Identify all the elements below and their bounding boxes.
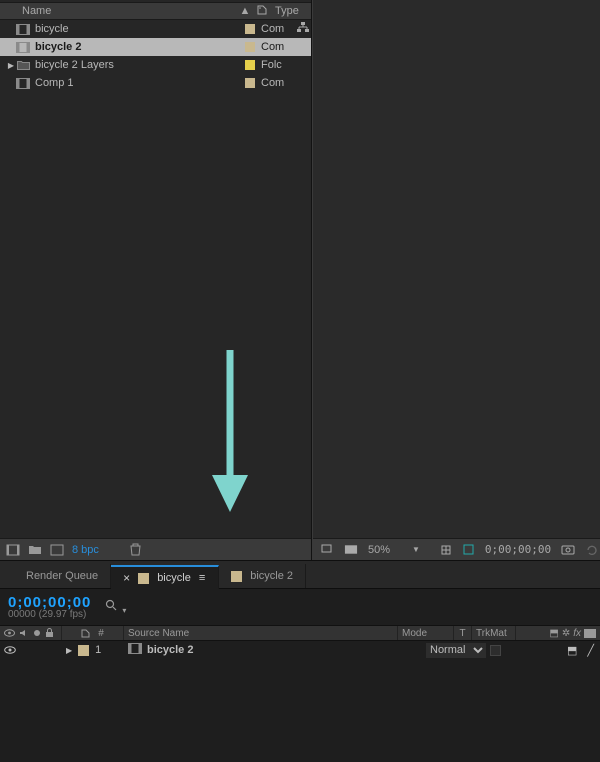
frame-rate-display: 00000 (29.97 fps)	[8, 609, 91, 620]
project-item-label: bicycle	[35, 23, 245, 35]
star-icon: ✲	[562, 628, 570, 639]
tag-icon	[81, 629, 90, 638]
comp-icon	[16, 41, 30, 53]
solo-icon	[33, 629, 41, 637]
trkmat-swatch[interactable]	[490, 645, 501, 656]
project-item-label: bicycle 2 Layers	[35, 59, 245, 71]
timeline-column-header: # Source Name Mode T TrkMat ⬒ ✲ fx	[0, 625, 600, 641]
new-folder-icon[interactable]	[28, 543, 42, 557]
timeline-tab[interactable]: bicycle 2	[219, 564, 306, 588]
column-trkmat-header[interactable]: TrkMat	[472, 626, 516, 640]
resolution-icon[interactable]	[344, 543, 358, 557]
layer-twirl-icon[interactable]: ▶	[66, 646, 72, 655]
mask-toggle-icon[interactable]	[462, 543, 475, 557]
tab-label: bicycle 2	[250, 570, 293, 582]
refresh-icon[interactable]	[585, 543, 599, 557]
project-item[interactable]: bicycle 2 Com	[0, 38, 311, 56]
eye-icon	[4, 629, 15, 637]
folder-icon	[16, 59, 30, 71]
zoom-dropdown-icon[interactable]: ▼	[412, 545, 420, 554]
eye-icon[interactable]	[4, 646, 16, 654]
project-item-label: Comp 1	[35, 77, 245, 89]
column-mode-header[interactable]: Mode	[398, 626, 454, 640]
motion-blur-icon[interactable]: ╱	[587, 644, 594, 657]
grid-icon[interactable]	[440, 543, 452, 557]
project-footer: 8 bpc	[0, 538, 311, 560]
timeline-layers: ▶ 1 bicycle 2 Normal ⬒ ╱	[0, 641, 600, 659]
project-item[interactable]: bicycle Com	[0, 20, 311, 38]
project-item-type: Com	[261, 41, 295, 53]
column-name-header[interactable]: Name	[0, 5, 237, 17]
new-comp-icon[interactable]	[50, 543, 64, 557]
magnify-icon[interactable]	[321, 543, 334, 557]
tab-swatch	[231, 571, 242, 582]
project-item[interactable]: ▶ bicycle 2 Layers Folc	[0, 56, 311, 74]
comp-icon	[16, 77, 30, 89]
column-label-header[interactable]	[253, 5, 271, 18]
av-toggle-header	[0, 626, 62, 640]
timeline-header: 0;00;00;00 00000 (29.97 fps) ▾	[0, 589, 600, 625]
speaker-icon	[19, 628, 29, 638]
trash-icon[interactable]	[129, 543, 143, 557]
comp-icon	[128, 643, 142, 657]
column-source-header[interactable]: Source Name	[124, 626, 398, 640]
project-item-label: bicycle 2	[35, 41, 245, 53]
timeline-tab[interactable]: Render Queue	[14, 564, 111, 588]
tab-menu-icon[interactable]: ≡	[199, 572, 206, 584]
column-num-header: #	[98, 628, 104, 639]
lock-icon	[45, 628, 54, 638]
project-item-list: bicycle Com bicycle 2 Com ▶ bicycle 2 Layers F…	[0, 20, 311, 92]
viewer-timecode[interactable]: 0;00;00;00	[485, 543, 551, 556]
label-swatch[interactable]	[245, 60, 255, 70]
project-item[interactable]: Comp 1 Com	[0, 74, 311, 92]
switches-header: ⬒ ✲ fx	[516, 626, 600, 640]
label-swatch[interactable]	[245, 24, 255, 34]
layer-name: bicycle 2	[147, 644, 193, 656]
collapse-transform-icon[interactable]: ⬒	[567, 644, 577, 657]
timeline-tab[interactable]: × bicycle ≡	[111, 565, 219, 589]
viewer-footer: 50% ▼ 0;00;00;00	[313, 538, 600, 560]
bit-depth-label[interactable]: 8 bpc	[72, 544, 99, 556]
blend-mode-select[interactable]: Normal	[426, 643, 486, 658]
viewer-panel: 50% ▼ 0;00;00;00	[312, 0, 600, 560]
sort-asc-icon[interactable]: ▲	[237, 5, 253, 17]
column-type-header[interactable]: Type	[271, 5, 311, 17]
label-num-header: #	[62, 626, 124, 640]
comp-icon	[16, 23, 30, 35]
interpret-footage-icon[interactable]	[6, 543, 20, 557]
shy-icon: ⬒	[549, 628, 558, 639]
layer-swatch[interactable]	[78, 645, 89, 656]
tab-label: Render Queue	[26, 570, 98, 582]
project-panel: Name ▲ Type bicycleCombicycle 2Com▶bicyc…	[0, 0, 312, 560]
film-icon	[584, 629, 596, 638]
fx-icon: fx	[573, 628, 581, 639]
expand-toggle[interactable]: ▶	[6, 61, 16, 70]
project-item-type: Com	[261, 77, 295, 89]
flowchart-icon[interactable]	[295, 22, 311, 36]
project-item-type: Folc	[261, 59, 295, 71]
project-item-type: Com	[261, 23, 295, 35]
label-swatch[interactable]	[245, 42, 255, 52]
timeline-search-icon[interactable]: ▾	[105, 599, 126, 616]
timeline-layer-row[interactable]: ▶ 1 bicycle 2 Normal ⬒ ╱	[0, 641, 600, 659]
layer-index: 1	[95, 644, 101, 656]
timeline-tab-bar: Render Queue × bicycle ≡ bicycle 2	[0, 561, 600, 589]
zoom-value[interactable]: 50%	[368, 544, 402, 556]
tab-label: bicycle	[157, 572, 191, 584]
column-t-header: T	[454, 626, 472, 640]
label-swatch[interactable]	[245, 78, 255, 88]
tab-swatch	[138, 573, 149, 584]
close-icon[interactable]: ×	[123, 571, 130, 585]
timeline-panel: Render Queue × bicycle ≡ bicycle 2 0;00;00;0…	[0, 560, 600, 762]
project-columns-header: Name ▲ Type	[0, 2, 311, 20]
snapshot-icon[interactable]	[561, 543, 575, 557]
